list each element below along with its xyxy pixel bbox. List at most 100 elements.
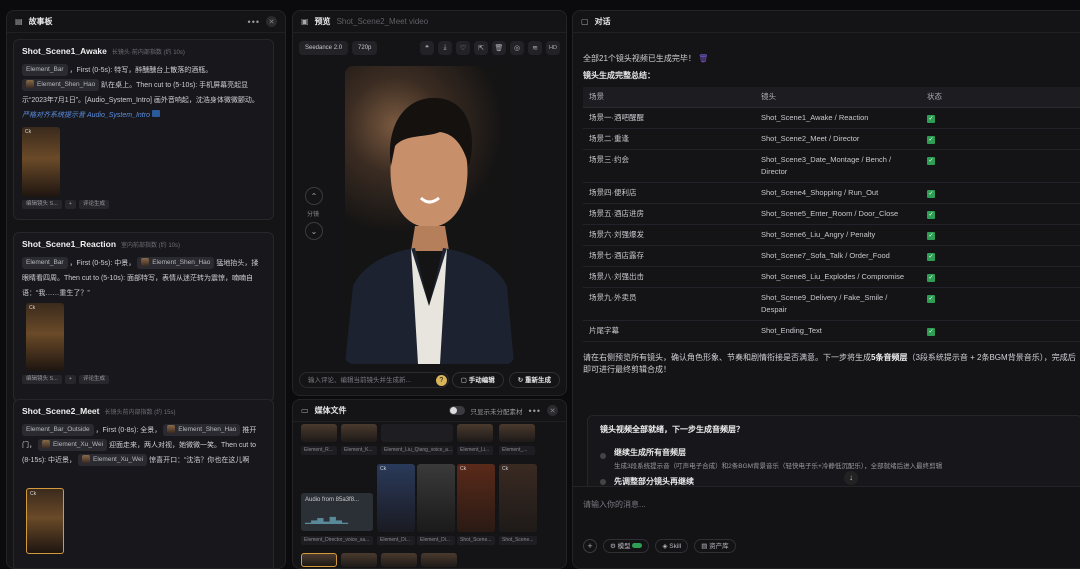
shot-card[interactable]: Shot_Scene1_Reaction 室内前部指数 (约 10s) Eleme… xyxy=(13,232,274,402)
shot-cell: Shot_Scene4_Shopping / Run_Out xyxy=(755,182,921,204)
regenerate-button[interactable]: ↻ 重新生成 xyxy=(508,372,560,388)
audio-label: Audio from 85a3f8... xyxy=(305,497,360,503)
element-tag[interactable]: Element_Xu_Wei xyxy=(78,454,148,467)
more-icon[interactable]: ••• xyxy=(248,17,260,27)
manual-edit-button[interactable]: ▢ 手动编辑 xyxy=(451,372,504,388)
element-tag[interactable]: Element_Bar_Outside xyxy=(22,424,94,437)
table-row: 场景九·外卖员 Shot_Scene9_Delivery / Fake_Smile… xyxy=(583,287,1080,321)
shot-meta: 长镜头·前内部指数 (约 10s) xyxy=(111,50,185,56)
comment-input[interactable]: 输入评论、编辑当前镜头并生成新... xyxy=(299,372,449,388)
video-preview[interactable] xyxy=(345,66,514,364)
media-thumb[interactable]: Ck xyxy=(377,464,415,532)
table-row: 场景三·约会 Shot_Scene3_Date_Montage / Bench /… xyxy=(583,149,1080,183)
help-icon[interactable]: ? xyxy=(435,374,447,386)
shot-title: Shot_Scene2_Meet xyxy=(22,406,100,416)
media-thumb[interactable] xyxy=(301,424,337,442)
question-title: 镜头视频全部就绪，下一步生成音频层？ xyxy=(600,425,744,434)
media-panel: ▭ 媒体文件 只显示未分配素材 ••• ✕ Element_R... Eleme… xyxy=(292,399,567,569)
asset-library-chip[interactable]: ▤ 资产库 xyxy=(694,539,736,553)
shot-title: Shot_Scene1_Reaction xyxy=(22,239,117,249)
media-thumb[interactable] xyxy=(499,424,535,442)
media-thumb[interactable] xyxy=(381,424,453,442)
media-thumb[interactable] xyxy=(421,553,457,567)
element-tag[interactable]: Element_Shen_Hao xyxy=(163,424,241,437)
media-thumb[interactable]: Ck xyxy=(499,464,537,532)
shot-card[interactable]: Shot_Scene1_Awake 长镜头·前内部指数 (约 10s) Eleme… xyxy=(13,39,274,220)
share-icon[interactable]: ⇱ xyxy=(474,41,488,55)
add-button[interactable]: + xyxy=(64,200,76,209)
media-label: Element_Di... xyxy=(417,536,455,545)
element-tag[interactable]: Element_Shen_Hao xyxy=(22,79,100,92)
toggle-icon xyxy=(632,543,643,548)
media-thumb[interactable] xyxy=(457,424,493,442)
chevron-up-icon[interactable]: ⌃ xyxy=(305,187,323,205)
preview-header: ▣ 预览 Shot_Scene2_Meet video xyxy=(293,11,566,33)
portrait-image xyxy=(345,97,514,364)
element-tag[interactable]: Element_Xu_Wei xyxy=(37,439,108,452)
input-toolbar: + ⚙ 模型 ◈ Skill ▤ 资产库 xyxy=(583,539,736,553)
download-icon[interactable]: ⤓ xyxy=(438,41,452,55)
close-icon[interactable]: ✕ xyxy=(266,16,277,27)
hint-text: 严格对齐系统提示音 Audio_System_Intro xyxy=(22,112,150,119)
chevron-down-icon[interactable]: ⌄ xyxy=(305,222,323,240)
more-icon[interactable]: ••• xyxy=(529,406,541,416)
trash-icon[interactable]: 🗑 xyxy=(492,41,506,55)
skill-chip[interactable]: ◈ Skill xyxy=(655,539,689,553)
shot-cell: Shot_Scene8_Liu_Explodes / Compromise xyxy=(755,266,921,288)
element-tag[interactable]: Element_Bar xyxy=(22,64,68,77)
check-icon: ✓ xyxy=(927,327,935,336)
element-tag[interactable]: Element_Shen_Hao xyxy=(137,257,215,270)
edit-shot-button[interactable]: 编辑镜头 S... xyxy=(22,200,62,209)
audio-wave-icon[interactable]: ≋ xyxy=(528,41,542,55)
heart-icon[interactable]: ♡ xyxy=(456,41,470,55)
element-tag[interactable]: Element_Bar xyxy=(22,257,68,270)
avatar xyxy=(141,258,150,267)
table-row: 场景七·酒店露存 Shot_Scene7_Sofa_Talk / Order_Fo… xyxy=(583,245,1080,267)
audio-clip[interactable]: Audio from 85a3f8... ▁▃▅▂▆▃▁ xyxy=(301,493,373,531)
shot-cell: Shot_Ending_Text xyxy=(755,320,921,342)
shot-card[interactable]: Shot_Scene2_Meet 长镜头前内部指数 (约 15s) Element… xyxy=(13,399,274,568)
media-label: Element_... xyxy=(499,446,535,455)
toggle-switch[interactable] xyxy=(448,406,465,415)
preview-icon: ▣ xyxy=(301,17,309,26)
model-select[interactable]: Seedance 2.0 xyxy=(299,41,349,55)
chat-header: ▢ 对话 xyxy=(573,11,1080,33)
camera-icon[interactable]: ◎ xyxy=(510,41,524,55)
preview-subtitle: Shot_Scene2_Meet video xyxy=(336,17,429,26)
avatar xyxy=(41,440,50,449)
shot-thumbnail[interactable]: Ck xyxy=(26,488,64,554)
plus-icon[interactable]: + xyxy=(583,539,597,553)
shot-title: Shot_Scene1_Awake xyxy=(22,46,107,56)
model-chip[interactable]: ⚙ 模型 xyxy=(603,539,650,553)
shot-thumbnail[interactable]: Ck xyxy=(26,303,64,371)
media-label: Element_Di... xyxy=(377,536,415,545)
quote-icon[interactable]: ❝ xyxy=(420,41,434,55)
question-card: 镜头视频全部就绪，下一步生成音频层？ 继续生成所有音频层 生成3段系统提示音（叮声… xyxy=(587,415,1080,493)
check-icon: ✓ xyxy=(927,252,935,261)
media-thumb[interactable] xyxy=(417,464,455,532)
shot-cell: Shot_Scene6_Liu_Angry / Penalty xyxy=(755,224,921,246)
shot-thumbnail[interactable]: Ck xyxy=(22,127,60,197)
media-thumb[interactable] xyxy=(341,424,377,442)
message-input[interactable]: 请输入你的消息... xyxy=(583,499,646,510)
media-thumb[interactable] xyxy=(341,553,377,567)
resolution-select[interactable]: 720p xyxy=(352,41,378,55)
media-thumb[interactable]: Ck xyxy=(457,464,495,532)
comment-generate-button[interactable]: 评论生成 xyxy=(79,375,110,384)
check-icon: ✓ xyxy=(927,210,935,219)
scroll-down-icon[interactable]: ↓ xyxy=(844,471,858,485)
storyboard-header: ▤ 故事板 ••• ✕ xyxy=(7,11,285,33)
table-row: 场景一·酒吧醒醒 Shot_Scene1_Awake / Reaction ✓ xyxy=(583,107,1080,129)
shot-description: Element_Bar ，First (0-5s): 特写，醉醺醺台上散落的酒瓶… xyxy=(22,64,259,119)
check-icon: ✓ xyxy=(927,294,935,303)
option-continue[interactable]: 继续生成所有音频层 生成3段系统提示音（叮声电子合成）和2条BGM背景音乐（轻快电… xyxy=(600,447,1070,470)
summary-table: 场景 镜头 状态 场景一·酒吧醒醒 Shot_Scene1_Awake / Rea… xyxy=(583,87,1080,342)
media-thumb[interactable] xyxy=(301,553,337,567)
completion-message: 全部21个镜头视频已生成完毕！ 🗑 xyxy=(583,54,709,63)
media-thumb[interactable] xyxy=(381,553,417,567)
close-icon[interactable]: ✕ xyxy=(547,405,558,416)
hd-button[interactable]: HD xyxy=(546,41,560,55)
add-button[interactable]: + xyxy=(64,375,76,384)
comment-generate-button[interactable]: 评论生成 xyxy=(79,200,110,209)
edit-shot-button[interactable]: 编辑镜头 S... xyxy=(22,375,62,384)
